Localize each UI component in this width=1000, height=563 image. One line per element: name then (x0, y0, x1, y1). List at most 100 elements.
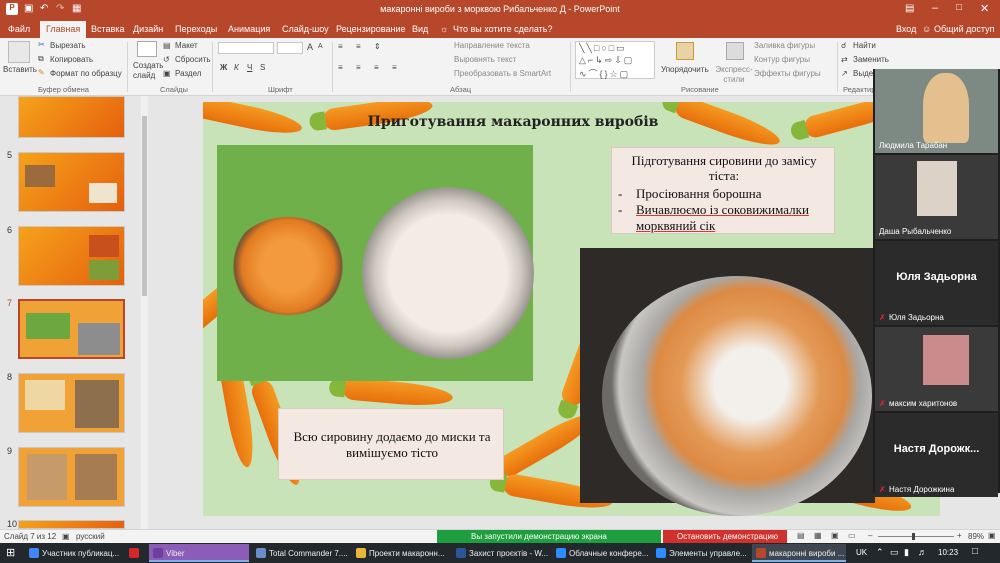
tab-home[interactable]: Главная (40, 21, 87, 38)
notifications-icon[interactable]: □ (972, 546, 978, 557)
stop-share-button[interactable]: Остановить демонстрацию (663, 530, 787, 543)
tab-design[interactable]: Дизайн (133, 24, 163, 34)
shape-outline-button[interactable]: Контур фигуры (754, 55, 810, 64)
keyboard-language[interactable]: UK (856, 548, 867, 557)
replace-button[interactable]: Заменить (853, 55, 889, 64)
shape-line-icon[interactable]: ╲╲□○□▭ (579, 43, 627, 54)
slide-thumbnail-7-selected[interactable] (18, 299, 125, 359)
taskbar-item-active[interactable]: Viber (149, 544, 249, 562)
section-button[interactable]: Раздел (175, 69, 201, 78)
tab-review[interactable]: Рецензирование (336, 24, 406, 34)
line-spacing-icon[interactable]: ⇕ (374, 42, 381, 51)
shapes-gallery[interactable]: ╲╲□○□▭ △⌐↳⇨⇩▢ ∿⌒{}☆▢ (575, 41, 655, 79)
bold-button[interactable]: Ж (220, 63, 227, 72)
zoom-out-icon[interactable]: – (868, 531, 872, 540)
shape-fill-button[interactable]: Заливка фигуры (754, 41, 815, 50)
layout-button[interactable]: Макет (175, 41, 198, 50)
participant-tile[interactable]: Юля Задьорна ✗ Юля Задьорна (875, 241, 998, 325)
shape-effects-button[interactable]: Эффекты фигуры (754, 69, 821, 78)
zoom-level[interactable]: 89% (968, 532, 984, 541)
network-icon[interactable]: ▭ (890, 547, 899, 558)
fit-to-window-icon[interactable]: ▣ (988, 531, 996, 540)
slide-thumbnail-8[interactable] (18, 373, 125, 433)
participant-tile[interactable]: ✗ максим харитонов (875, 327, 998, 411)
thumbnails-scrollbar[interactable] (141, 96, 148, 529)
copy-button[interactable]: Копировать (50, 55, 93, 64)
normal-view-icon[interactable]: ▤ (797, 531, 805, 540)
clock[interactable]: 10:23 (938, 548, 958, 557)
justify-icon[interactable]: ≡ (392, 63, 397, 72)
volume-icon[interactable]: ♬ (918, 547, 927, 557)
find-button[interactable]: Найти (853, 41, 876, 50)
shape-arrow-icon[interactable]: △⌐↳⇨⇩▢ (579, 55, 634, 66)
slide-thumbnail-5[interactable] (18, 152, 125, 212)
tell-me-search[interactable]: Что вы хотите сделать? (453, 24, 553, 34)
taskbar-item[interactable]: Захист проєктів - W... (452, 544, 550, 562)
font-size-box[interactable] (277, 42, 303, 54)
reset-button[interactable]: Сбросить (175, 55, 211, 64)
taskbar-item-active[interactable]: макаронні вироби ... (752, 544, 846, 562)
strikethrough-button[interactable]: S (260, 63, 265, 72)
slide-thumbnail-4[interactable] (18, 96, 125, 138)
new-slide-button[interactable]: Создать слайд (133, 61, 163, 81)
ribbon-display-options-icon[interactable]: ▤ (905, 3, 914, 14)
tab-transitions[interactable]: Переходы (175, 24, 217, 34)
battery-icon[interactable]: ▮ (904, 547, 909, 558)
reading-view-icon[interactable]: ▣ (831, 531, 839, 540)
zoom-in-icon[interactable]: + (957, 531, 962, 540)
taskbar-item[interactable]: Элементы управле... (652, 544, 750, 562)
select-button[interactable]: Выде (853, 69, 873, 78)
tab-slideshow[interactable]: Слайд-шоу (282, 24, 329, 34)
slide-title[interactable]: Приготування макаронних виробів (353, 114, 673, 136)
participant-tile[interactable]: Людмила Тарабан (875, 69, 998, 153)
participant-tile[interactable]: Настя Дорожк... ✗ Настя Дорожкина (875, 413, 998, 497)
align-left-icon[interactable]: ≡ (338, 63, 343, 72)
minimize-button[interactable]: – (932, 2, 938, 14)
align-center-icon[interactable]: ≡ (356, 63, 361, 72)
windows-start-icon[interactable]: ⊞ (6, 546, 15, 559)
increase-font-button[interactable]: A (307, 42, 313, 52)
zoom-slider-thumb[interactable] (912, 533, 915, 540)
participant-tile[interactable]: Даша Рыбальченко (875, 155, 998, 239)
photo-bowl-mix[interactable] (580, 248, 875, 516)
bullets-icon[interactable]: ≡ (338, 42, 343, 51)
scrollbar-thumb[interactable] (142, 116, 147, 296)
slide-thumbnail-6[interactable] (18, 226, 125, 286)
font-name-box[interactable] (218, 42, 274, 54)
caption-text-box[interactable]: Всю сировину додаємо до миски та вимішує… (278, 408, 504, 480)
photo-jar-and-flour[interactable] (217, 145, 534, 381)
taskbar-item[interactable]: Облачные конфере... (552, 544, 650, 562)
quick-styles-button[interactable]: Экспресс-стили (712, 65, 756, 85)
taskbar-item[interactable] (125, 544, 147, 562)
shape-bracket-icon[interactable]: ∿⌒{}☆▢ (579, 67, 630, 80)
tab-file[interactable]: Файл (8, 24, 30, 34)
taskbar-item[interactable]: Total Commander 7.... (252, 544, 350, 562)
align-right-icon[interactable]: ≡ (374, 63, 379, 72)
tray-up-arrow-icon[interactable]: ⌃ (876, 547, 884, 558)
paste-button[interactable]: Вставить (3, 65, 37, 74)
format-painter-button[interactable]: Формат по образцу (50, 69, 122, 78)
text-direction-button[interactable]: Направление текста (454, 41, 530, 50)
zoom-slider[interactable] (878, 536, 954, 537)
numbering-icon[interactable]: ≡ (356, 42, 361, 51)
taskbar-item[interactable]: Проекти макаронн... (352, 544, 450, 562)
prep-text-box[interactable]: Підготування сировини до замісу тіста: -… (611, 147, 835, 234)
close-button[interactable]: ✕ (980, 2, 989, 15)
tab-animation[interactable]: Анимация (228, 24, 270, 34)
slide-sorter-icon[interactable]: ▦ (814, 531, 822, 540)
language-indicator[interactable]: русский (76, 532, 105, 541)
tab-view[interactable]: Вид (412, 24, 428, 34)
smartart-button[interactable]: Преобразовать в SmartArt (454, 69, 551, 78)
underline-button[interactable]: Ч (247, 63, 252, 72)
slide[interactable]: Приготування макаронних виробів Підготув… (203, 102, 940, 516)
align-text-button[interactable]: Выровнять текст (454, 55, 516, 64)
tab-insert[interactable]: Вставка (91, 24, 124, 34)
sign-in-link[interactable]: Вход (896, 24, 916, 34)
slide-thumbnail-10[interactable] (18, 520, 125, 529)
share-button[interactable]: Общий доступ (934, 24, 994, 34)
proofing-icon[interactable]: ▣ (62, 532, 70, 541)
slide-thumbnail-9[interactable] (18, 447, 125, 507)
slideshow-view-icon[interactable]: ▭ (848, 531, 856, 540)
taskbar-item[interactable]: Участник публикац... (25, 544, 123, 562)
maximize-button[interactable]: □ (956, 2, 962, 13)
